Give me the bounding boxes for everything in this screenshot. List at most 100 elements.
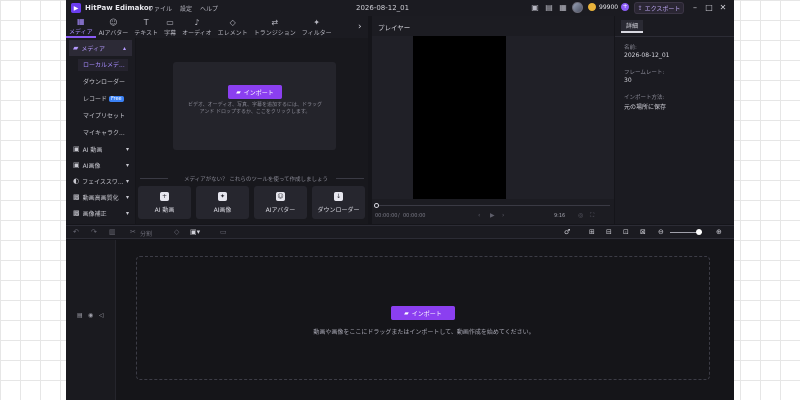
chevron-down-icon: ▾: [125, 161, 129, 169]
divider: [615, 36, 734, 37]
element-icon: ◇: [229, 17, 236, 27]
media-dropzone[interactable]: ▰ インポート ビデオ、オーディオ、写真、字幕を追加するには、ドラッグ アンド …: [173, 62, 336, 150]
divider: [140, 178, 168, 179]
track-icon[interactable]: ⊡: [623, 228, 629, 236]
timeline-area: ▤ ◉ ◁ ▰ インポート 動画や画像をここにドラッグまたはインポートして、動画…: [66, 240, 734, 400]
framerate-value: 30: [624, 77, 632, 84]
sidebar-item-face-swap[interactable]: ◐ フェイススワ... ▾: [66, 173, 135, 189]
tab-audio[interactable]: ♪ オーディオ: [179, 16, 215, 38]
redo-icon[interactable]: ↷: [91, 228, 97, 236]
tab-subtitle[interactable]: ▭ 字幕: [161, 16, 179, 38]
download-icon: ↓: [334, 191, 343, 201]
name-value: 2026-08-12_01: [624, 52, 670, 59]
split-label[interactable]: 分割: [140, 229, 152, 238]
export-button[interactable]: ⇪ エクスポート: [634, 2, 684, 14]
marker-icon[interactable]: ▣▾: [190, 228, 200, 236]
tab-media[interactable]: ▦ メディア: [66, 16, 96, 38]
video-preview[interactable]: [413, 36, 506, 199]
microphone-icon[interactable]: ♂: [564, 228, 570, 236]
tab-filter[interactable]: ✦ フィルター: [299, 16, 335, 38]
tool-ai-image[interactable]: ✦ AI画像: [196, 186, 249, 219]
seek-handle[interactable]: [374, 203, 379, 208]
credits-display: 99900 +: [588, 3, 630, 11]
timeline-dropzone[interactable]: ▰ インポート 動画や画像をここにドラッグまたはインポートして、動画作成を始めて…: [136, 256, 710, 380]
user-avatar[interactable]: [572, 2, 583, 13]
zoom-in-icon[interactable]: ⊕: [716, 228, 722, 236]
tool-downloader[interactable]: ↓ ダウンローダー: [312, 186, 365, 219]
folder-icon: ▰: [73, 44, 79, 52]
gift-icon[interactable]: ▦: [558, 3, 568, 13]
timeline-hint: 動画や画像をここにドラッグまたはインポートして、動画作成を始めてください。: [313, 329, 535, 336]
video-track-icon[interactable]: ▤: [77, 312, 83, 319]
chevron-down-icon: ▾: [125, 145, 129, 153]
snapshot-icon[interactable]: ◎: [578, 212, 583, 219]
split-icon[interactable]: ✂: [130, 228, 136, 236]
timeline-toolbar: ↶ ↷ ▥ ✂ 分割 ◇ ▣▾ ▭ ♂ ⊞ ⊟ ⊡ ⊠ ⊖ ⊕: [66, 225, 734, 239]
menu-settings[interactable]: 設定: [180, 4, 192, 13]
media-sidebar: ▰ メディア ▴ ローカルメデ... ダウンローダー レコード Free マイプリ…: [66, 38, 135, 224]
sidebar-item-my-presets[interactable]: マイプリセット: [66, 107, 135, 124]
delete-icon[interactable]: ▥: [109, 228, 116, 236]
undo-icon[interactable]: ↶: [73, 228, 79, 236]
prev-frame-icon[interactable]: ‹: [478, 212, 480, 219]
tool-ai-avatar[interactable]: ☺ AIアバター: [254, 186, 307, 219]
snap-icon[interactable]: ⊟: [606, 228, 612, 236]
app-window: ▶ HitPaw Edimakor ファイル 設定 ヘルプ 2026-08-12…: [66, 0, 734, 400]
ai-avatar-icon: ☺: [276, 191, 285, 201]
subtitle-icon: ▭: [166, 17, 174, 27]
next-frame-icon[interactable]: ›: [502, 212, 504, 219]
face-icon: ◐: [73, 177, 80, 185]
feature-tabs: ▦ メディア ☺ AIアバター T テキスト ▭ 字幕 ♪ オーディオ ◇ エレメント ⇄ ト…: [66, 16, 368, 38]
link-icon[interactable]: ⊞: [589, 228, 595, 236]
sidebar-item-downloader[interactable]: ダウンローダー: [66, 73, 135, 90]
app-logo-icon: ▶: [71, 3, 81, 13]
message-icon[interactable]: ▤: [544, 3, 554, 13]
tab-ai-avatar[interactable]: ☺ AIアバター: [96, 16, 132, 38]
divider: [336, 178, 364, 179]
sidebar-item-video-enhance[interactable]: ▩ 動画高画質化 ▾: [66, 189, 135, 205]
player-canvas: [372, 36, 614, 199]
tab-text[interactable]: T テキスト: [131, 16, 161, 38]
sidebar-item-image-correction[interactable]: ▩ 画像補正 ▾: [66, 205, 135, 221]
sidebar-item-my-characters[interactable]: マイキャラク...: [66, 124, 135, 141]
time-separator: /: [398, 213, 400, 219]
timeline-import-button[interactable]: ▰ インポート: [391, 306, 455, 320]
add-credits-icon[interactable]: +: [621, 3, 630, 11]
credits-count: 99900: [599, 3, 619, 11]
sidebar-item-local-media[interactable]: ローカルメデ...: [66, 56, 135, 73]
minimize-icon[interactable]: –: [690, 3, 700, 12]
cart-icon[interactable]: ▣: [530, 3, 540, 13]
shield-icon[interactable]: ◇: [174, 228, 179, 236]
sidebar-item-ai-video[interactable]: ▣ AI 動画 ▾: [66, 141, 135, 157]
sidebar-item-record[interactable]: レコード Free: [66, 90, 135, 107]
aspect-ratio[interactable]: 9:16: [554, 213, 565, 219]
sidebar-item-media[interactable]: ▰ メディア ▴: [69, 40, 132, 56]
tab-details[interactable]: 詳細: [621, 20, 643, 33]
fullscreen-icon[interactable]: ⛶: [590, 212, 594, 220]
total-time: 00:00:00: [403, 213, 426, 219]
free-badge: Free: [109, 95, 124, 102]
tabs-next-icon[interactable]: ›: [358, 22, 362, 32]
play-icon[interactable]: ▶: [490, 212, 495, 219]
seek-bar[interactable]: [376, 205, 610, 206]
chevron-up-icon: ▴: [122, 44, 126, 52]
menu-file[interactable]: ファイル: [148, 4, 172, 13]
crop-icon[interactable]: ▭: [220, 228, 227, 236]
details-panel: 詳細 名前: 2026-08-12_01 フレームレート: 30 インポート方法…: [615, 16, 734, 224]
visibility-icon[interactable]: ◉: [88, 312, 93, 319]
fit-icon[interactable]: ⊠: [640, 228, 646, 236]
sidebar-item-ai-image[interactable]: ▣ AI画像 ▾: [66, 157, 135, 173]
transition-icon: ⇄: [271, 17, 279, 27]
import-button[interactable]: ▰ インポート: [228, 85, 282, 99]
zoom-slider-handle[interactable]: [696, 229, 702, 235]
volume-icon[interactable]: ◁: [99, 312, 104, 319]
tab-element[interactable]: ◇ エレメント: [215, 16, 251, 38]
maximize-icon[interactable]: □: [704, 3, 714, 12]
folder-plus-icon: ▰: [236, 88, 241, 96]
menu-help[interactable]: ヘルプ: [200, 4, 218, 13]
tab-transition[interactable]: ⇄ トランジション: [251, 16, 299, 38]
zoom-out-icon[interactable]: ⊖: [658, 228, 664, 236]
tool-ai-video[interactable]: + AI 動画: [138, 186, 191, 219]
import-method-label: インポート方法:: [624, 95, 665, 101]
close-icon[interactable]: ✕: [718, 3, 728, 12]
